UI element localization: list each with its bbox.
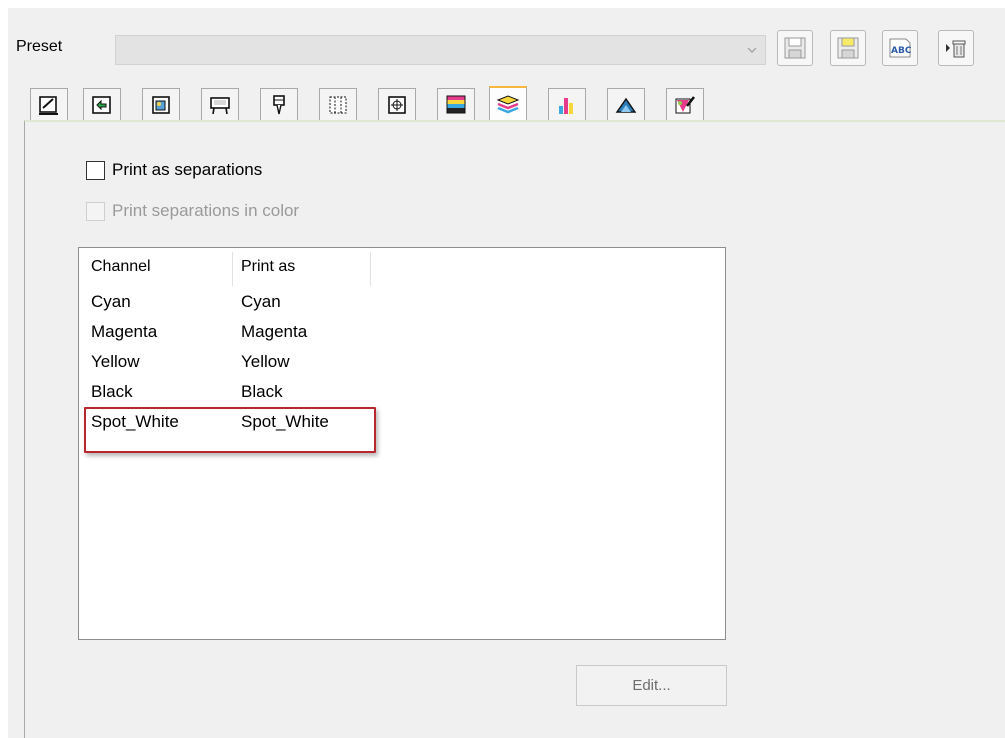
column-divider[interactable] xyxy=(232,252,233,286)
tab-transform[interactable] xyxy=(83,88,121,120)
print-separations-in-color-checkbox xyxy=(86,201,105,221)
list-item[interactable]: Magenta Magenta xyxy=(79,318,725,348)
rename-abc-icon: ABC xyxy=(889,38,912,58)
printer-icon xyxy=(210,96,230,114)
tab-page-setup[interactable] xyxy=(30,88,68,120)
channel-print-as: Cyan xyxy=(241,292,281,311)
print-as-separations-label: Print as separations xyxy=(112,160,263,179)
list-item[interactable]: Cyan Cyan xyxy=(79,288,725,318)
tab-color-bars[interactable] xyxy=(548,88,586,120)
preset-label: Preset xyxy=(16,38,63,55)
tiling-icon xyxy=(329,96,347,113)
tab-cutter[interactable] xyxy=(260,88,298,120)
tab-image-quality[interactable] xyxy=(142,88,180,120)
print-as-separations-checkbox[interactable] xyxy=(86,160,105,180)
color-bars-icon xyxy=(559,97,573,114)
spot-white-highlight-box xyxy=(84,407,376,453)
channel-print-as: Black xyxy=(241,382,283,401)
tab-color-layers[interactable] xyxy=(437,88,475,120)
save-icon xyxy=(784,37,806,59)
column-header-channel[interactable]: Channel xyxy=(91,258,151,276)
ink-drop-icon xyxy=(615,97,637,113)
delete-preset-button[interactable] xyxy=(938,30,974,66)
delete-icon xyxy=(946,40,966,58)
channel-name: Cyan xyxy=(91,292,131,311)
list-item[interactable]: Yellow Yellow xyxy=(79,348,725,378)
list-item[interactable]: Black Black xyxy=(79,378,725,408)
tab-printer[interactable] xyxy=(201,88,239,120)
transform-icon xyxy=(92,95,111,114)
tab-color-edit[interactable] xyxy=(666,88,704,120)
marks-icon xyxy=(388,95,406,114)
save-as-preset-button[interactable] xyxy=(830,30,866,66)
save-preset-button[interactable] xyxy=(777,30,813,66)
column-divider[interactable] xyxy=(370,252,371,286)
cutter-icon xyxy=(273,94,285,114)
tab-tiling[interactable] xyxy=(319,88,357,120)
column-header-print-as[interactable]: Print as xyxy=(241,258,295,276)
tab-ink[interactable] xyxy=(607,88,645,120)
image-quality-icon xyxy=(152,95,170,114)
channel-name: Magenta xyxy=(91,322,158,341)
print-as-separations-option[interactable]: Print as separations xyxy=(86,160,262,180)
print-separations-in-color-option: Print separations in color xyxy=(86,201,299,221)
print-separations-in-color-label: Print separations in color xyxy=(112,201,300,220)
preset-dropdown[interactable] xyxy=(115,35,766,65)
color-edit-icon xyxy=(675,95,695,113)
edit-button[interactable]: Edit... xyxy=(576,665,727,706)
channel-name: Black xyxy=(91,382,133,401)
channel-print-as: Yellow xyxy=(241,352,290,371)
rename-preset-button[interactable]: ABC xyxy=(882,30,918,66)
tab-marks[interactable] xyxy=(378,88,416,120)
svg-text:ABC: ABC xyxy=(891,46,912,56)
channel-print-as: Magenta xyxy=(241,322,308,341)
color-layers-icon xyxy=(446,95,466,113)
page-setup-icon xyxy=(39,95,58,115)
chevron-down-icon xyxy=(747,47,757,53)
separations-icon xyxy=(496,95,520,114)
save-as-icon xyxy=(837,37,859,59)
tab-separations[interactable] xyxy=(489,86,527,120)
channel-name: Yellow xyxy=(91,352,140,371)
